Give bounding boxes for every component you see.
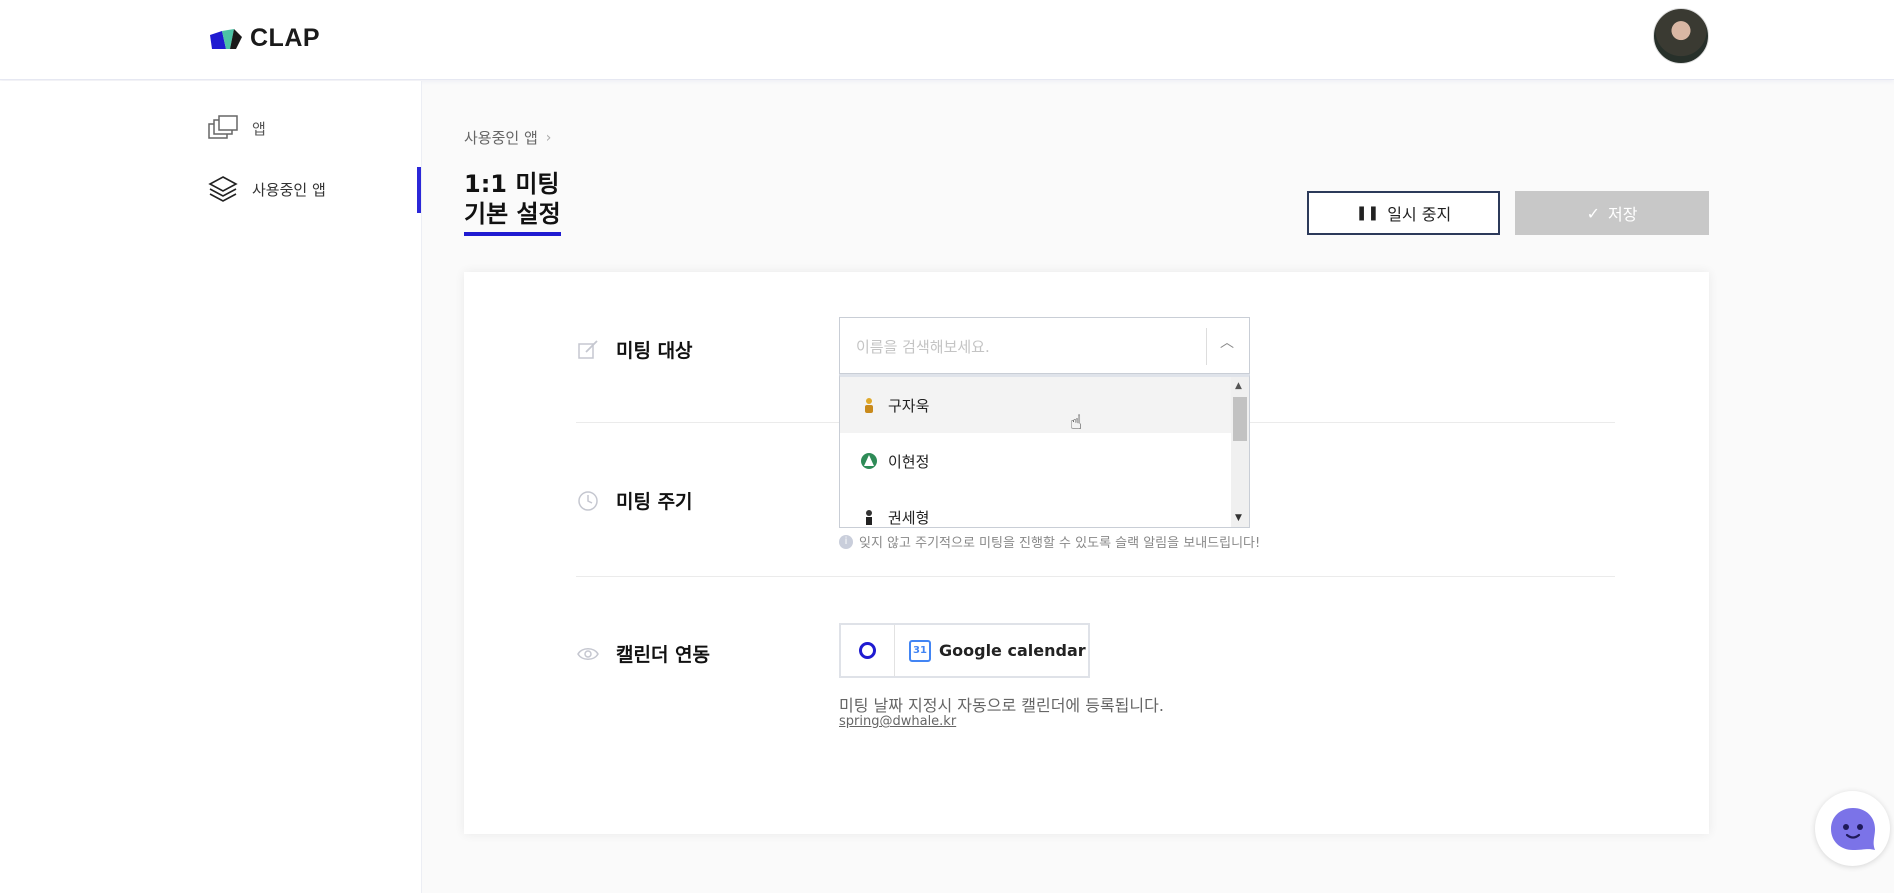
calendar-email-link[interactable]: spring@dwhale.kr	[839, 714, 956, 729]
pause-button-label: 일시 중지	[1387, 205, 1452, 224]
calendar-row-label: 캘린더 연동	[576, 640, 710, 667]
save-button[interactable]: ✓ 저장	[1515, 191, 1709, 235]
meeting-cycle-label: 미팅 주기	[616, 491, 693, 513]
meeting-target-select[interactable]: 이름을 검색해보세요. ︿	[839, 317, 1250, 374]
google-calendar-icon: 31	[909, 639, 931, 662]
sidebar-active-indicator	[417, 167, 421, 213]
person-dark-icon	[860, 508, 878, 526]
sidebar-item-in-use-apps[interactable]: 사용중인 앱	[208, 175, 326, 203]
option-person[interactable]: 구자욱	[840, 377, 1231, 433]
brand-name: CLAP	[250, 24, 321, 52]
person-gold-icon	[860, 396, 878, 414]
chevron-up-icon[interactable]: ︿	[1220, 332, 1234, 352]
windows-stack-icon	[208, 115, 238, 139]
edit-icon	[576, 338, 600, 362]
check-icon: ✓	[1586, 203, 1600, 223]
option-name: 구자욱	[888, 396, 930, 415]
user-avatar[interactable]	[1653, 8, 1709, 64]
layers-icon	[208, 176, 238, 202]
meeting-target-label: 미팅 대상	[616, 340, 693, 362]
pause-button[interactable]: ❚❚ 일시 중지	[1307, 191, 1500, 235]
calendar-radio[interactable]	[841, 625, 895, 676]
chatbot-button[interactable]	[1815, 791, 1890, 866]
option-person[interactable]: 권세형	[840, 489, 1231, 527]
row-divider	[576, 576, 1615, 577]
radio-circle-icon	[859, 642, 876, 659]
sidebar: 앱 사용중인 앱	[0, 81, 422, 893]
search-placeholder: 이름을 검색해보세요.	[856, 338, 990, 356]
breadcrumb-link[interactable]: 사용중인 앱	[464, 127, 538, 148]
calendar-label: 캘린더 연동	[616, 644, 711, 666]
cycle-hint: i 잊지 않고 주기적으로 미팅을 진행할 수 있도록 슬랙 알림을 보내드립니…	[839, 532, 1260, 551]
clap-logo[interactable]: CLAP	[208, 24, 320, 53]
select-separator	[1206, 328, 1207, 365]
scroll-up-icon[interactable]: ▲	[1235, 381, 1242, 391]
dropdown-scrollbar[interactable]: ▲ ▼	[1231, 377, 1249, 527]
hand-cursor-icon: ☝	[1070, 410, 1083, 434]
option-name: 권세형	[888, 508, 930, 527]
clock-icon	[576, 489, 600, 513]
breadcrumb: 사용중인 앱 ›	[464, 127, 551, 148]
scroll-down-icon[interactable]: ▼	[1235, 513, 1242, 523]
calendar-provider-label: Google calendar	[939, 641, 1086, 660]
chatbot-icon	[1830, 807, 1875, 850]
google-calendar-toggle[interactable]: 31 Google calendar	[839, 623, 1090, 678]
logo-mark-icon	[210, 28, 242, 49]
option-person[interactable]: 이현정	[840, 433, 1231, 489]
top-header: CLAP	[0, 0, 1894, 80]
option-name: 이현정	[888, 452, 930, 471]
meeting-target-dropdown: 구자욱 이현정 권세형 ▲ ▼	[839, 374, 1250, 528]
tab-basic-settings[interactable]: 기본 설정	[464, 198, 561, 236]
chevron-right-icon: ›	[545, 129, 552, 146]
person-green-icon	[860, 452, 878, 470]
cycle-hint-text: 잊지 않고 주기적으로 미팅을 진행할 수 있도록 슬랙 알림을 보내드립니다!	[859, 536, 1261, 551]
meeting-cycle-row-label: 미팅 주기	[576, 487, 693, 514]
sidebar-item-label: 앱	[252, 119, 266, 138]
meeting-target-row-label: 미팅 대상	[576, 336, 693, 363]
save-button-label: 저장	[1607, 205, 1638, 224]
scrollbar-thumb[interactable]	[1233, 397, 1247, 441]
eye-icon	[576, 642, 600, 666]
pause-icon: ❚❚	[1355, 205, 1380, 221]
calendar-note: 미팅 날짜 지정시 자동으로 캘린더에 등록됩니다.	[839, 696, 1164, 715]
sidebar-item-apps[interactable]: 앱	[208, 115, 266, 141]
sidebar-item-label: 사용중인 앱	[252, 180, 326, 199]
info-icon: i	[839, 534, 853, 549]
page-title: 1:1 미팅	[464, 170, 560, 198]
